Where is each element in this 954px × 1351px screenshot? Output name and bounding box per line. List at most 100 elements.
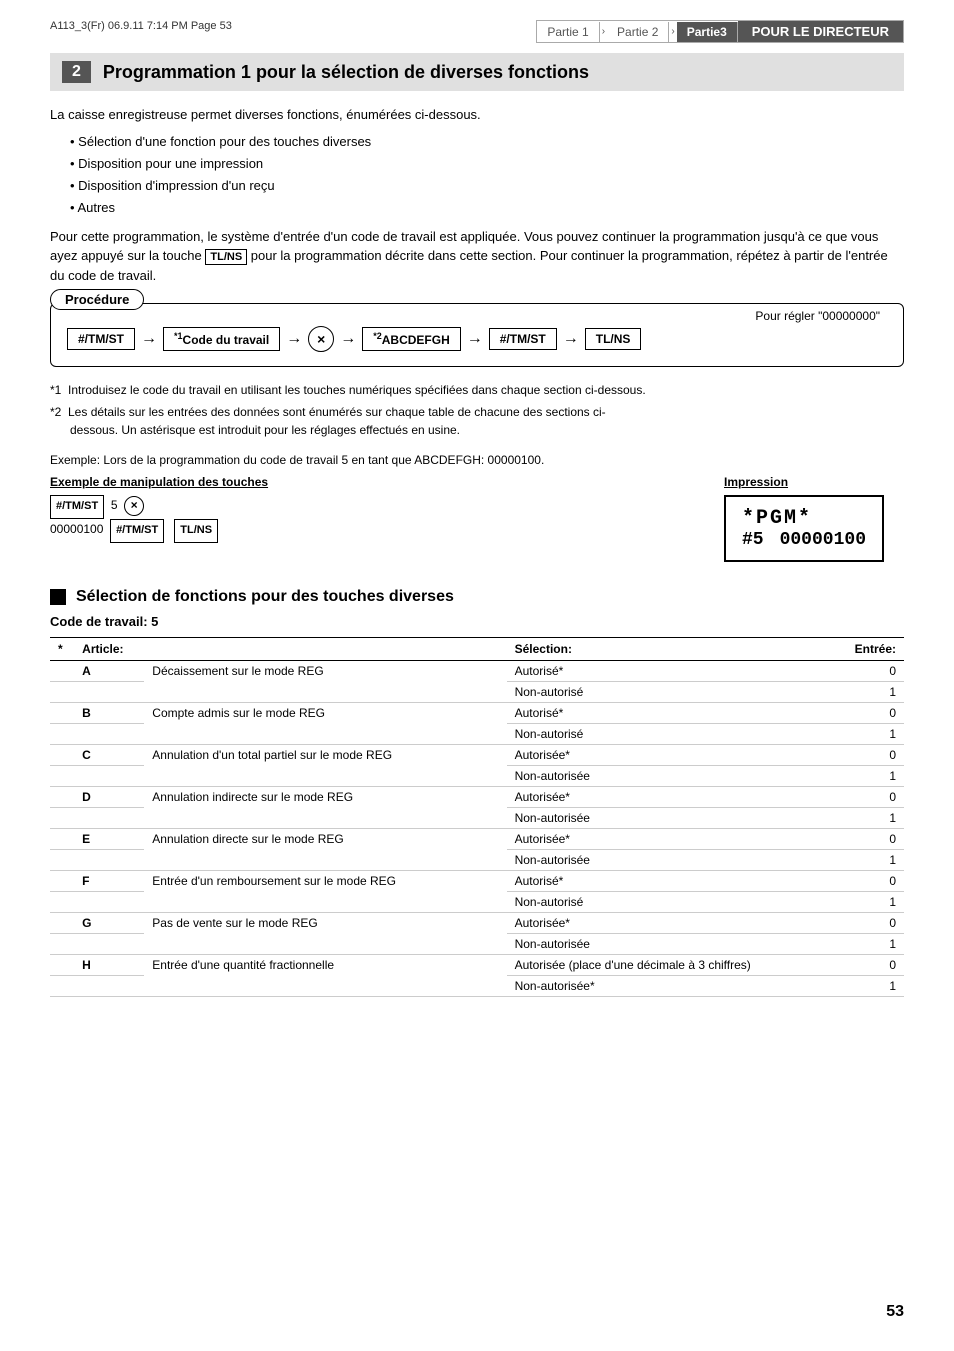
td-sel-c2: Non-autorisée [507, 766, 834, 787]
bullet-4: Autres [70, 197, 904, 219]
note-2: *2 Les détails sur les entrées des donné… [50, 403, 904, 439]
bullet-2: Disposition pour une impression [70, 153, 904, 175]
flow-arrow-5: → [563, 330, 579, 348]
table-row: D Annulation indirecte sur le mode REG A… [50, 787, 904, 808]
example-print-header: Impression [724, 475, 904, 489]
flow-box-code-travail: *1Code du travail [163, 327, 280, 351]
td-ent-f1: 0 [834, 871, 904, 892]
section-number: 2 [62, 61, 91, 83]
flow-arrow-4: → [467, 330, 483, 348]
procedure-area: Procédure Pour régler "00000000" #/TM/ST… [50, 303, 904, 367]
td-sel-g2: Non-autorisée [507, 934, 834, 955]
td-letter-b: B [74, 703, 144, 724]
intro-paragraph2: Pour cette programmation, le système d'e… [50, 227, 904, 286]
td-desc-h: Entrée d'une quantité fractionnelle [144, 955, 506, 997]
td-ent-g1: 0 [834, 913, 904, 934]
data-table: * Article: Sélection: Entrée: A Décaisse… [50, 637, 904, 997]
td-ent-c2: 1 [834, 766, 904, 787]
subsection-square-icon [50, 589, 66, 605]
th-selection: Sélection: [507, 638, 834, 661]
td-sel-f2: Non-autorisé [507, 892, 834, 913]
note-1: *1 Introduisez le code du travail en uti… [50, 381, 904, 399]
notes-section: *1 Introduisez le code du travail en uti… [50, 381, 904, 439]
breadcrumb-partie2: Partie 2 [607, 22, 669, 42]
intro-paragraph1: La caisse enregistreuse permet diverses … [50, 105, 904, 125]
flow-arrow-3: → [340, 330, 356, 348]
td-ent-h1: 0 [834, 955, 904, 976]
procedure-label: Procédure [50, 289, 144, 310]
table-row: H Entrée d'une quantité fractionnelle Au… [50, 955, 904, 976]
td-sel-c1: Autorisée* [507, 745, 834, 766]
flow-circle-x: × [308, 326, 334, 352]
flow-box-abcdefgh: *2ABCDEFGH [362, 327, 461, 351]
key-circle-x: × [124, 496, 144, 516]
key-hmtst: #/TM/ST [50, 495, 104, 519]
td-ent-h2: 1 [834, 976, 904, 997]
print-num-line: #5 00000100 [742, 530, 866, 550]
th-article: Article: [74, 638, 144, 661]
table-row: A Décaissement sur le mode REG Autorisé*… [50, 661, 904, 682]
key-tlns: TL/NS [174, 519, 218, 543]
table-row: B Compte admis sur le mode REG Autorisé*… [50, 703, 904, 724]
flow-box-hmtst2: #/TM/ST [489, 328, 557, 350]
table-row: G Pas de vente sur le mode REG Autorisée… [50, 913, 904, 934]
td-desc-f: Entrée d'un remboursement sur le mode RE… [144, 871, 506, 913]
breadcrumb-section-title: POUR LE DIRECTEUR [738, 21, 903, 42]
td-sel-b1: Autorisé* [507, 703, 834, 724]
td-ent-d2: 1 [834, 808, 904, 829]
table-row: C Annulation d'un total partiel sur le m… [50, 745, 904, 766]
flow-box-tlns: TL/NS [585, 328, 642, 350]
work-code-label: Code de travail: 5 [50, 614, 904, 629]
td-desc-d: Annulation indirecte sur le mode REG [144, 787, 506, 829]
section-title: Programmation 1 pour la sélection de div… [103, 62, 589, 83]
td-letter-c: C [74, 745, 144, 766]
print-box: *PGM* #5 00000100 [724, 495, 884, 562]
td-sel-b2: Non-autorisé [507, 724, 834, 745]
td-ent-b1: 0 [834, 703, 904, 724]
table-row: F Entrée d'un remboursement sur le mode … [50, 871, 904, 892]
table-row: E Annulation directe sur le mode REG Aut… [50, 829, 904, 850]
pour-regler-text: Pour régler "00000000" [755, 309, 880, 323]
th-star: * [50, 638, 74, 661]
header-file-info: A113_3(Fr) 06.9.11 7:14 PM Page 53 [50, 20, 232, 32]
td-ent-a2: 1 [834, 682, 904, 703]
flow-arrow-2: → [286, 330, 302, 348]
key-sequence: #/TM/ST 5 × 00000100 #/TM/ST TL/NS [50, 495, 684, 543]
td-letter-g: G [74, 913, 144, 934]
td-letter-f: F [74, 871, 144, 892]
breadcrumb-arrow1: › [600, 23, 607, 40]
bullet-1: Sélection d'une fonction pour des touche… [70, 131, 904, 153]
print-pgm-line: *PGM* [742, 507, 866, 530]
example-print-col: Impression *PGM* #5 00000100 [724, 475, 904, 562]
page-number: 53 [886, 1303, 904, 1321]
td-desc-g: Pas de vente sur le mode REG [144, 913, 506, 955]
td-ent-c1: 0 [834, 745, 904, 766]
flow-box-hmtst1: #/TM/ST [67, 328, 135, 350]
procedure-flow: Pour régler "00000000" #/TM/ST → *1Code … [50, 303, 904, 367]
td-letter-h: H [74, 955, 144, 976]
td-sel-d2: Non-autorisée [507, 808, 834, 829]
subsection-title: Sélection de fonctions pour des touches … [76, 588, 454, 606]
example-section: Exemple: Lors de la programmation du cod… [50, 453, 904, 562]
td-letter-a: A [74, 661, 144, 682]
breadcrumb-arrow2: › [669, 23, 676, 40]
page-header: A113_3(Fr) 06.9.11 7:14 PM Page 53 Parti… [50, 20, 904, 43]
breadcrumb-partie3: Partie3 [677, 22, 738, 42]
td-desc-c: Annulation d'un total partiel sur le mod… [144, 745, 506, 787]
td-letter-e: E [74, 829, 144, 850]
td-ent-e1: 0 [834, 829, 904, 850]
td-ent-a1: 0 [834, 661, 904, 682]
bullet-3: Disposition d'impression d'un reçu [70, 175, 904, 197]
td-sel-f1: Autorisé* [507, 871, 834, 892]
td-sel-e2: Non-autorisée [507, 850, 834, 871]
subsection-heading: Sélection de fonctions pour des touches … [50, 588, 904, 606]
td-sel-e1: Autorisée* [507, 829, 834, 850]
td-star-a [50, 661, 74, 682]
td-ent-g2: 1 [834, 934, 904, 955]
section-heading: 2 Programmation 1 pour la sélection de d… [50, 53, 904, 91]
breadcrumb: Partie 1 › Partie 2 › Partie3 POUR LE DI… [536, 20, 904, 43]
example-keys-col: Exemple de manipulation des touches #/TM… [50, 475, 684, 543]
example-keys-header: Exemple de manipulation des touches [50, 475, 684, 489]
example-columns: Exemple de manipulation des touches #/TM… [50, 475, 904, 562]
td-desc-e: Annulation directe sur le mode REG [144, 829, 506, 871]
